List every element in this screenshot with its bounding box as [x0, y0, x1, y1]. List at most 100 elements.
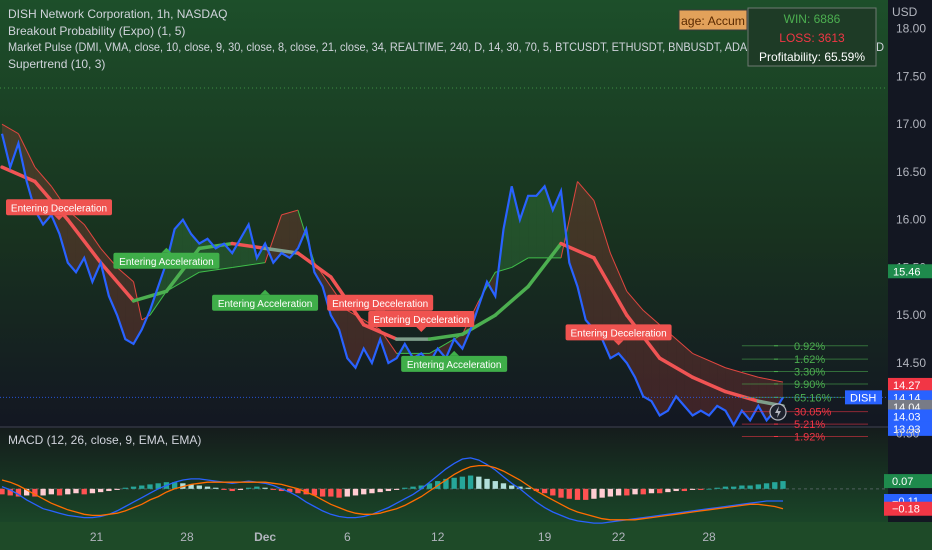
- macd-histogram-bar: [673, 488, 679, 492]
- macd-histogram-bar: [574, 488, 581, 500]
- macd-histogram-bar: [254, 486, 260, 489]
- probability-label: 3.30%: [794, 367, 825, 379]
- macd-histogram-bar: [624, 488, 630, 496]
- macd-histogram-bar: [369, 488, 375, 494]
- time-axis-label: 22: [612, 530, 626, 544]
- time-axis-label: 6: [344, 530, 351, 544]
- macd-histogram-bar: [541, 488, 548, 494]
- macd-histogram-bar: [509, 485, 515, 489]
- time-axis-label: Dec: [254, 530, 276, 544]
- currency-label: USD: [892, 5, 918, 19]
- macd-histogram-bar: [56, 488, 63, 496]
- bull-fill: [536, 186, 545, 258]
- bear-fill: [585, 191, 594, 330]
- time-axis-label: 28: [180, 530, 194, 544]
- macd-histogram-bar: [147, 484, 153, 489]
- macd-histogram-bar: [583, 488, 589, 500]
- bear-fill: [700, 356, 710, 416]
- symbol-title[interactable]: DISH Network Corporation, 1h, NASDAQ: [8, 7, 227, 21]
- macd-histogram-bar: [689, 488, 696, 490]
- chart[interactable]: Entering Deceleration Entering Accelerati…: [0, 0, 932, 550]
- time-axis-label: 21: [90, 530, 104, 544]
- macd-histogram-bar: [410, 486, 416, 489]
- macd-histogram-bar: [319, 488, 326, 497]
- macd-histogram-bar: [763, 483, 770, 489]
- macd-histogram-bar: [106, 488, 112, 492]
- macd-histogram-bar: [780, 481, 786, 489]
- macd-histogram-bar: [665, 488, 671, 493]
- signal-label-text: Entering Deceleration: [11, 203, 107, 214]
- macd-histogram-bar: [451, 477, 457, 489]
- time-axis-label: 12: [431, 530, 445, 544]
- signal-label-text: Entering Acceleration: [407, 360, 502, 371]
- macd-histogram-bar: [393, 488, 400, 490]
- macd-histogram-bar: [385, 488, 392, 492]
- macd-histogram-bar: [73, 488, 79, 494]
- price-axis-tick: 17.50: [896, 69, 926, 83]
- macd-histogram-bar: [525, 487, 531, 489]
- macd-histogram-bar: [0, 488, 5, 495]
- macd-value-tag: −0.18: [892, 504, 920, 516]
- macd-histogram-bar: [731, 486, 737, 489]
- macd-histogram-bar: [500, 483, 507, 489]
- macd-histogram-bar: [229, 488, 235, 492]
- bear-fill: [692, 353, 701, 416]
- probability-label: 9.90%: [794, 379, 825, 391]
- price-axis-tick: 14.50: [896, 356, 926, 370]
- macd-histogram-bar: [648, 488, 655, 494]
- macd-histogram-bar: [467, 475, 474, 489]
- symbol-tag: DISH: [850, 392, 876, 404]
- price-axis-tick: 18.00: [896, 22, 926, 36]
- bear-fill: [684, 346, 693, 416]
- macd-histogram-bar: [204, 486, 211, 489]
- macd-histogram-bar: [550, 488, 556, 496]
- macd-histogram-bar: [402, 487, 408, 489]
- signal-label-text: Entering Acceleration: [218, 299, 313, 310]
- probability-label: 1.92%: [794, 432, 825, 444]
- macd-histogram-bar: [747, 485, 753, 489]
- indicator-breakout-probability[interactable]: Breakout Probability (Expo) (1, 5): [8, 24, 185, 38]
- macd-histogram-bar: [377, 488, 383, 493]
- price-axis-tick: 16.50: [896, 165, 926, 179]
- macd-histogram-bar: [706, 488, 712, 490]
- price-axis-tick: 16.00: [896, 213, 926, 227]
- stats-partial-label: age: Accum: [681, 14, 745, 28]
- macd-histogram-bar: [97, 488, 104, 493]
- price-axis-tick: 15.00: [896, 308, 926, 322]
- macd-value-tag: 0.07: [892, 476, 913, 488]
- macd-histogram-bar: [40, 488, 46, 496]
- macd-histogram-bar: [270, 488, 276, 490]
- macd-histogram-bar: [591, 488, 597, 499]
- stats-win: WIN: 6886: [784, 12, 841, 26]
- macd-title[interactable]: MACD (12, 26, close, 9, EMA, EMA): [8, 433, 201, 447]
- macd-histogram-bar: [714, 487, 720, 489]
- macd-histogram-bar: [492, 481, 498, 489]
- macd-histogram-bar: [245, 487, 252, 489]
- macd-histogram-bar: [65, 488, 71, 495]
- probability-label: 5.21%: [794, 419, 825, 431]
- probability-label: 0.92%: [794, 341, 825, 353]
- bear-fill: [643, 310, 652, 402]
- macd-histogram-bar: [262, 487, 268, 489]
- macd-histogram-bar: [657, 488, 663, 494]
- time-axis-background: [0, 522, 932, 550]
- macd-histogram-bar: [237, 488, 244, 490]
- probability-label: 65.16%: [794, 392, 832, 404]
- macd-histogram-bar: [81, 488, 87, 495]
- probability-label: 1.62%: [794, 354, 825, 366]
- probability-label: 30.05%: [794, 407, 832, 419]
- macd-histogram-bar: [139, 485, 145, 489]
- macd-histogram-bar: [739, 485, 745, 489]
- indicator-supertrend[interactable]: Supertrend (10, 3): [8, 57, 105, 71]
- replay-button[interactable]: [769, 403, 787, 421]
- macd-histogram-bar: [89, 488, 96, 494]
- price-axis-tick: 17.00: [896, 117, 926, 131]
- macd-histogram-bar: [632, 488, 638, 495]
- macd-histogram-bar: [484, 478, 490, 489]
- macd-histogram-bar: [130, 486, 137, 489]
- stats-loss: LOSS: 3613: [779, 31, 845, 45]
- macd-histogram-bar: [361, 488, 367, 495]
- price-tag-label: 14.03: [893, 411, 921, 423]
- signal-label-text: Entering Deceleration: [373, 315, 469, 326]
- macd-histogram-bar: [213, 487, 219, 489]
